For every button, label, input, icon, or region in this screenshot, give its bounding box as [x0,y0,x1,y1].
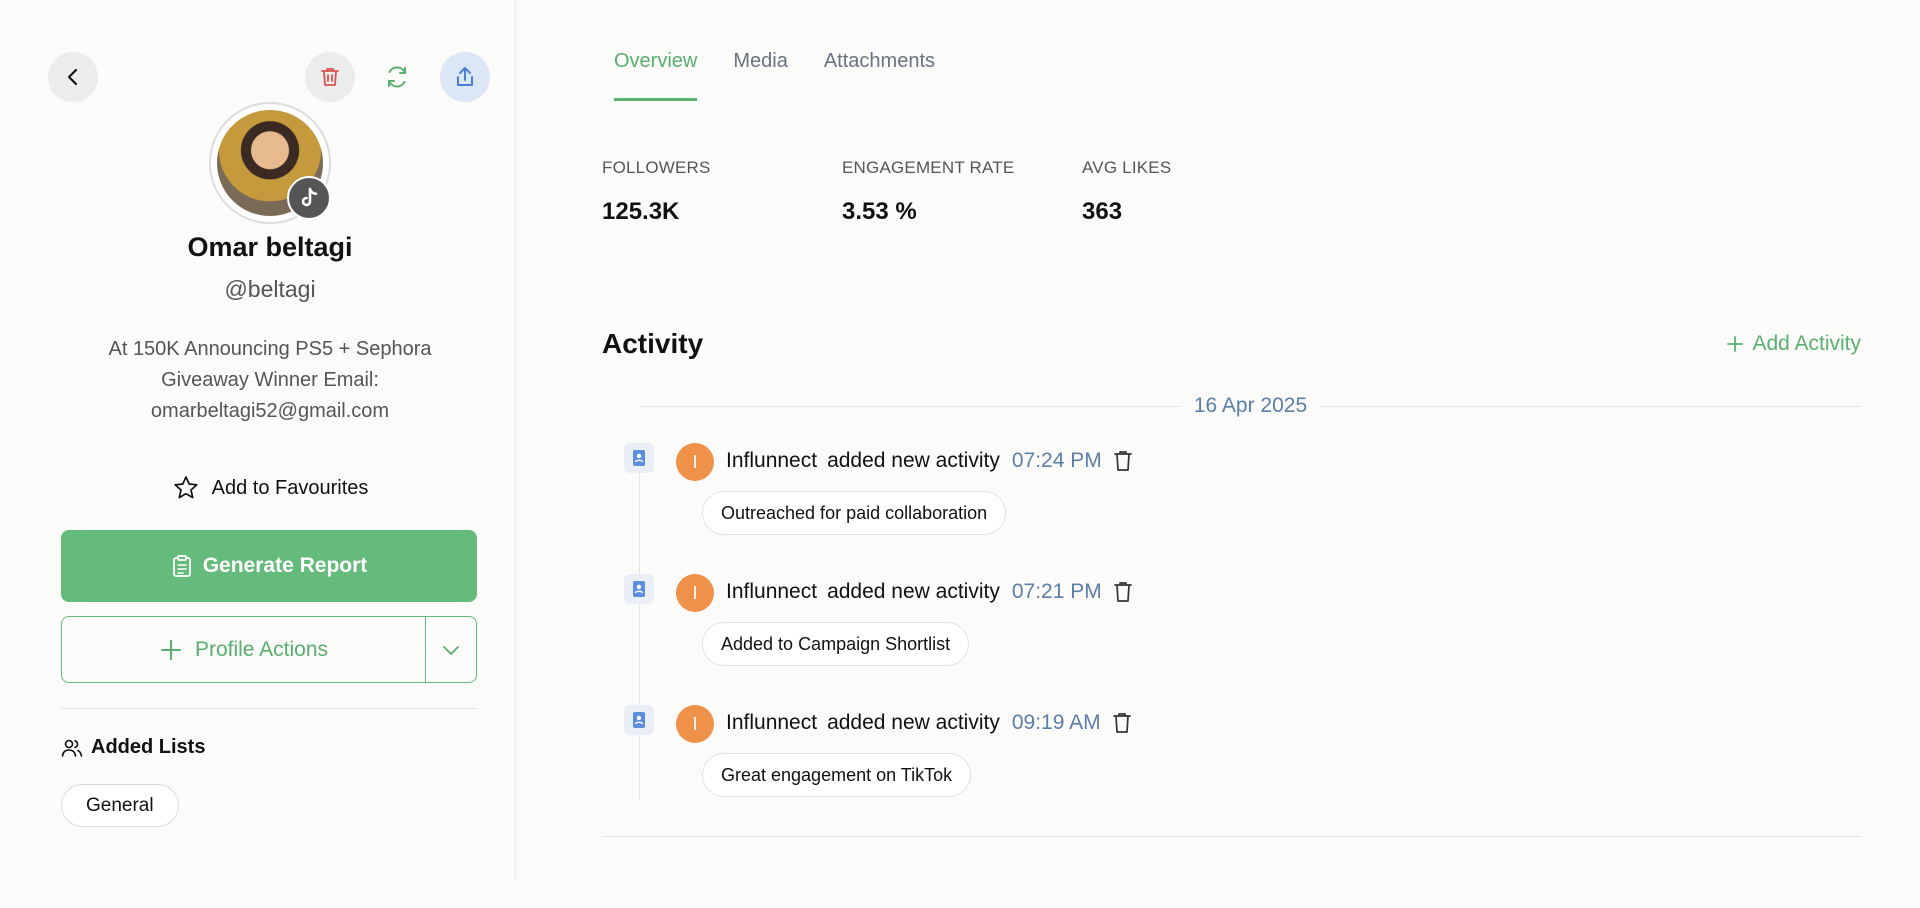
user-avatar: I [676,443,714,481]
refresh-button[interactable] [372,52,422,102]
refresh-icon [388,66,406,88]
activity-note: Great engagement on TikTok [702,753,972,797]
trash-icon [1113,582,1132,602]
stat-value: 125.3K [602,198,680,225]
back-button[interactable] [48,52,98,102]
profile-handle: @beltagi [224,276,316,302]
stat-engagement-rate: ENGAGEMENT RATE 3.53 % [842,158,1082,226]
delete-profile-button[interactable] [305,52,355,102]
tab-overview[interactable]: Overview [614,50,698,101]
profile-actions-group: Profile Actions [61,616,477,683]
stat-followers: FOLLOWERS 125.3K [602,158,842,226]
activity-user: Influnnect [726,580,818,603]
delete-activity-button[interactable] [1111,711,1133,735]
divider [1319,405,1862,407]
tab-media[interactable]: Media [733,50,787,101]
profile-actions-label: Profile Actions [194,637,329,661]
stat-label: AVG LIKES [1082,158,1172,177]
stat-value: 363 [1082,198,1123,225]
activity-time: 07:24 PM [1011,449,1102,472]
plus-icon [1727,336,1744,352]
activity-time: 07:21 PM [1011,580,1102,603]
profile-avatar [209,102,331,224]
profile-bio: At 150K Announcing PS5 + Sephora Giveawa… [60,334,480,427]
bio-line: Giveaway Winner Email: [161,369,379,391]
tab-attachments[interactable]: Attachments [824,50,935,101]
profile-name: Omar beltagi [187,232,353,262]
clipboard-icon [172,555,191,577]
divider [61,708,477,709]
chevron-down-icon [443,645,459,655]
added-lists-title: Added Lists [91,736,206,758]
delete-activity-button[interactable] [1112,449,1134,473]
activity-user: Influnnect [726,449,818,472]
profile-tabs: Overview Media Attachments [614,50,935,101]
profile-actions-button[interactable]: Profile Actions [62,617,426,682]
stats-row: FOLLOWERS 125.3K ENGAGEMENT RATE 3.53 % … [602,158,1322,226]
add-activity-label: Add Activity [1752,332,1861,355]
chevron-left-icon [67,68,78,86]
share-button[interactable] [440,52,490,102]
stat-label: ENGAGEMENT RATE [842,158,1015,177]
user-avatar: I [676,574,714,612]
generate-report-button[interactable]: Generate Report [61,530,477,602]
star-icon [173,476,198,499]
profile-sidebar: Omar beltagi @beltagi At 150K Announcing… [0,0,516,880]
activity-text: Influnnect added new activity 09:19 AM [726,711,1133,735]
contact-card-icon [624,705,654,735]
activity-action: added new activity [827,580,1000,603]
added-lists-heading: Added Lists [61,736,205,759]
activity-date: 16 Apr 2025 [1193,394,1308,417]
contact-card-icon [624,574,654,604]
tiktok-icon [287,176,331,220]
trash-icon [321,68,339,86]
activity-text: Influnnect added new activity 07:21 PM [726,580,1134,604]
activity-action: added new activity [827,711,1000,734]
stat-avg-likes: AVG LIKES 363 [1082,158,1322,226]
trash-icon [1113,451,1132,471]
timeline-line [639,470,640,800]
generate-report-label: Generate Report [202,554,368,577]
users-icon [61,739,83,757]
activity-action: added new activity [827,449,1000,472]
activity-date-separator: 16 Apr 2025 [640,394,1862,418]
divider [640,405,1182,407]
divider [602,836,1861,837]
favourites-label: Add to Favourites [211,476,369,499]
trash-icon [1112,713,1131,733]
add-to-favourites-button[interactable]: Add to Favourites [0,474,540,502]
plus-icon [160,639,181,660]
bio-line: At 150K Announcing PS5 + Sephora [108,338,432,360]
bio-email: omarbeltagi52@gmail.com [150,400,390,422]
profile-actions-dropdown-toggle[interactable] [426,617,476,682]
delete-activity-button[interactable] [1112,580,1134,604]
add-activity-button[interactable]: Add Activity [1726,332,1861,356]
activity-heading: Activity [602,328,704,359]
user-avatar: I [676,705,714,743]
share-icon [457,67,473,86]
activity-text: Influnnect added new activity 07:24 PM [726,449,1134,473]
activity-note: Added to Campaign Shortlist [702,622,970,666]
list-chip-general[interactable]: General [61,784,179,827]
activity-time: 09:19 AM [1011,711,1101,734]
activity-user: Influnnect [726,711,818,734]
contact-card-icon [624,443,654,473]
stat-value: 3.53 % [842,198,917,225]
stat-label: FOLLOWERS [602,158,711,177]
activity-note: Outreached for paid collaboration [702,491,1007,535]
